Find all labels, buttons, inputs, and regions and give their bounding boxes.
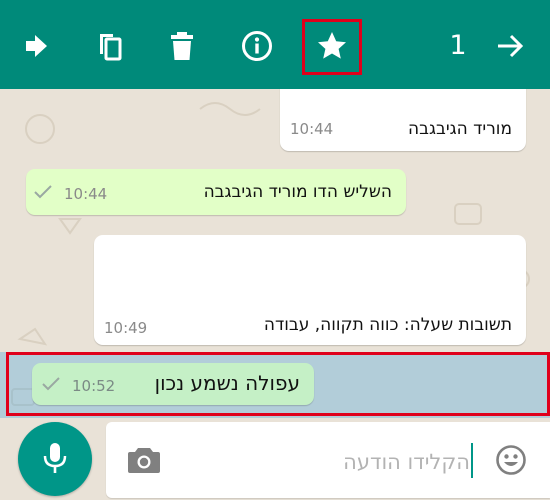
copy-icon [100,34,122,61]
sent-check-icon [34,185,52,199]
star-button-highlight [302,19,362,75]
arrow-right-icon [498,34,524,58]
message-bubble-outgoing[interactable]: 10:44 השליש הדו מוריד הגיבגבה [26,169,406,215]
text-caret [471,443,473,478]
info-button[interactable] [237,26,277,66]
message-bubble-incoming[interactable]: מוריד הגיבגבה 10:44 [280,89,526,151]
camera-icon [128,448,160,473]
message-time: 10:44 [290,120,334,138]
voice-record-button[interactable] [18,422,92,496]
message-bubble-incoming[interactable]: 10:49 תשובות שעלה: כווה תקווה, עבודה [94,235,526,345]
forward-icon [26,35,47,57]
delete-icon [171,32,193,60]
info-icon [242,31,272,61]
selection-action-bar: 1 [0,0,550,89]
emoji-button[interactable] [492,440,530,480]
delete-button[interactable] [162,26,202,66]
mic-icon [43,443,67,473]
back-button[interactable] [490,26,530,66]
camera-button[interactable] [124,440,164,480]
message-text: תשובות שעלה: כווה תקווה, עבודה [263,315,512,335]
message-text: השליש הדו מוריד הגיבגבה [203,182,392,202]
forward-button[interactable] [16,26,56,66]
message-text: מוריד הגיבגבה [408,119,512,139]
selected-message-highlight [6,352,550,416]
message-time: 10:49 [104,319,148,337]
copy-button[interactable] [90,26,130,66]
emoji-icon [496,445,526,475]
message-input[interactable] [174,444,470,480]
selected-count: 1 [449,30,467,61]
message-time: 10:44 [64,185,108,203]
conversation[interactable]: מוריד הגיבגבה 10:44 10:44 השליש הדו מורי… [0,89,550,419]
